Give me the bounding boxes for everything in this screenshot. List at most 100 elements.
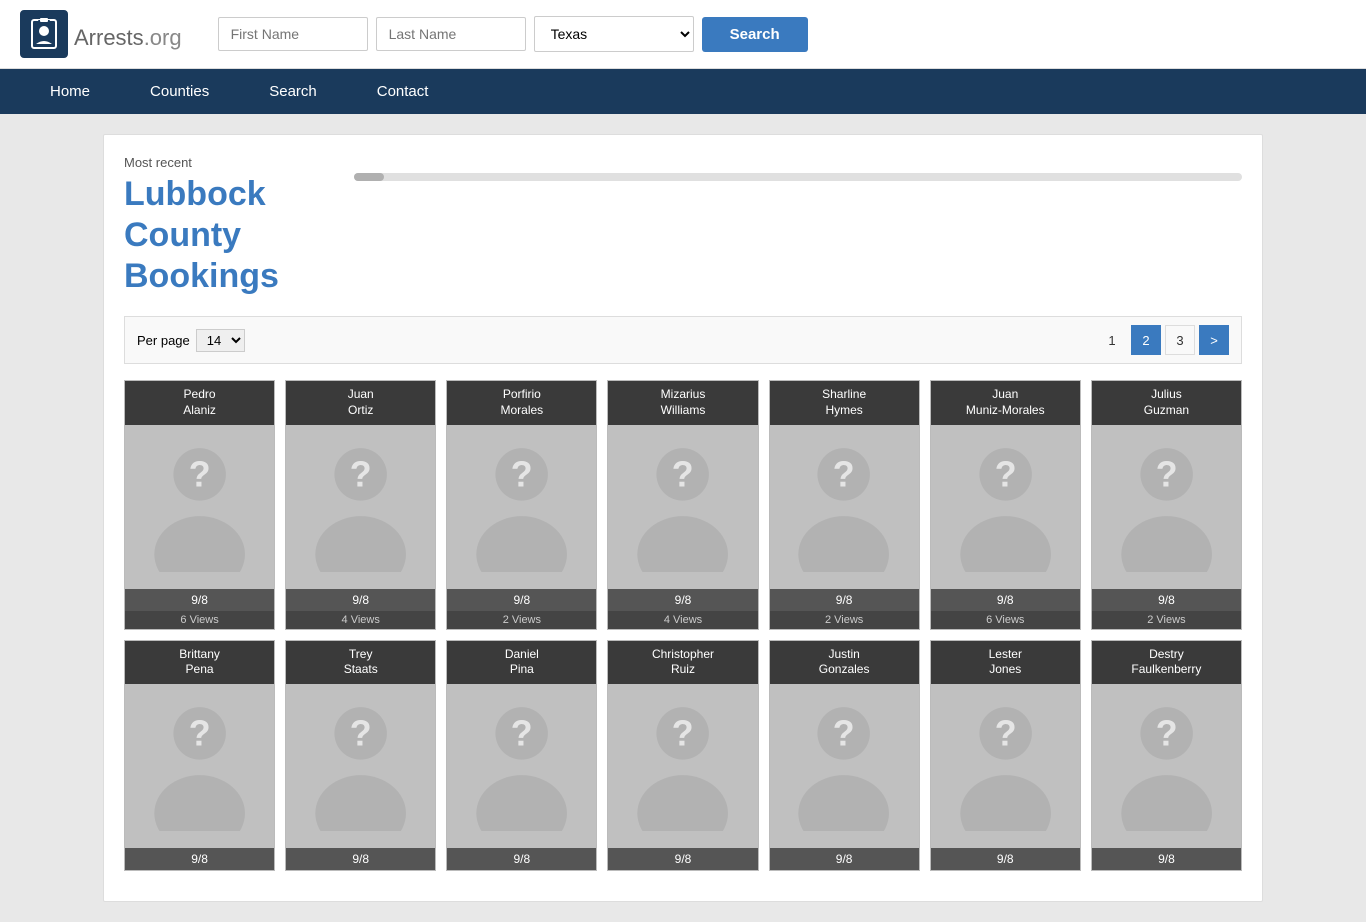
content-area: Most recent LubbockCountyBookings Per pa… [103,134,1263,902]
page-2-btn[interactable]: 2 [1131,325,1161,355]
booking-grid: PedroAlaniz ? 9/8 6 Views JuanOrtiz ? 9/… [124,380,1242,870]
booking-photo: ? [286,684,435,848]
logo-suffix: .org [144,25,182,50]
last-name-input[interactable] [376,17,526,51]
svg-text:?: ? [189,454,211,494]
booking-date: 9/8 [125,848,274,870]
svg-text:?: ? [511,454,533,494]
booking-photo: ? [931,684,1080,848]
booking-silhouette: ? [770,684,919,848]
booking-silhouette: ? [931,425,1080,589]
nav-search[interactable]: Search [239,69,347,114]
booking-silhouette: ? [770,425,919,589]
booking-photo: ? [1092,425,1241,589]
booking-silhouette: ? [608,425,757,589]
booking-card[interactable]: JuliusGuzman ? 9/8 2 Views [1091,380,1242,629]
booking-card[interactable]: JuanOrtiz ? 9/8 4 Views [285,380,436,629]
booking-card[interactable]: ChristopherRuiz ? 9/8 [607,640,758,871]
page-next-btn[interactable]: > [1199,325,1229,355]
nav-contact[interactable]: Contact [347,69,459,114]
booking-silhouette: ? [1092,425,1241,589]
booking-silhouette: ? [608,684,757,848]
booking-card[interactable]: BrittanyPena ? 9/8 [124,640,275,871]
main-nav: Home Counties Search Contact [0,69,1366,114]
booking-views: 4 Views [608,611,757,629]
svg-text:?: ? [1155,454,1177,494]
booking-silhouette: ? [125,684,274,848]
per-page-select[interactable]: 14 28 42 [196,329,245,352]
booking-card[interactable]: DestryFaulkenberry ? 9/8 [1091,640,1242,871]
booking-name: TreyStaats [286,641,435,684]
booking-name: JuanMuniz-Morales [931,381,1080,424]
svg-text:?: ? [994,714,1016,754]
booking-photo: ? [770,425,919,589]
most-recent-label: Most recent [124,155,324,170]
booking-date: 9/8 [1092,589,1241,611]
booking-card[interactable]: TreyStaats ? 9/8 [285,640,436,871]
logo-icon [20,10,68,58]
scroll-thumb[interactable] [354,173,384,181]
booking-card[interactable]: MizariusWilliams ? 9/8 4 Views [607,380,758,629]
booking-date: 9/8 [286,848,435,870]
booking-photo: ? [125,425,274,589]
booking-date: 9/8 [447,848,596,870]
booking-photo: ? [1092,684,1241,848]
booking-card[interactable]: LesterJones ? 9/8 [930,640,1081,871]
nav-home[interactable]: Home [20,69,120,114]
scroll-bar-area [354,165,1242,296]
booking-date: 9/8 [931,589,1080,611]
booking-name: SharlineHymes [770,381,919,424]
nav-counties[interactable]: Counties [120,69,239,114]
booking-name: DanielPina [447,641,596,684]
booking-date: 9/8 [931,848,1080,870]
svg-text:?: ? [994,454,1016,494]
booking-photo: ? [931,425,1080,589]
booking-name: ChristopherRuiz [608,641,757,684]
page-1-label: 1 [1097,325,1127,355]
svg-text:?: ? [511,714,533,754]
booking-views: 2 Views [770,611,919,629]
county-title: LubbockCountyBookings [124,174,324,296]
booking-card[interactable]: SharlineHymes ? 9/8 2 Views [769,380,920,629]
logo[interactable]: Arrests.org [20,10,182,58]
booking-date: 9/8 [1092,848,1241,870]
booking-photo: ? [125,684,274,848]
booking-views: 6 Views [125,611,274,629]
booking-card[interactable]: DanielPina ? 9/8 [446,640,597,871]
logo-name: Arrests [74,25,144,50]
booking-card[interactable]: PedroAlaniz ? 9/8 6 Views [124,380,275,629]
scroll-track[interactable] [354,173,1242,181]
booking-name: PedroAlaniz [125,381,274,424]
pagination: 1 2 3 > [1097,325,1229,355]
booking-date: 9/8 [608,848,757,870]
svg-text:?: ? [350,714,372,754]
booking-date: 9/8 [447,589,596,611]
booking-card[interactable]: PorfirioMorales ? 9/8 2 Views [446,380,597,629]
booking-card[interactable]: JuanMuniz-Morales ? 9/8 6 Views [930,380,1081,629]
booking-photo: ? [770,684,919,848]
booking-views: 2 Views [1092,611,1241,629]
header-search-button[interactable]: Search [702,17,808,52]
booking-date: 9/8 [770,848,919,870]
booking-silhouette: ? [447,425,596,589]
booking-silhouette: ? [286,684,435,848]
booking-views: 6 Views [931,611,1080,629]
title-block: Most recent LubbockCountyBookings [124,155,324,296]
svg-text:?: ? [189,714,211,754]
first-name-input[interactable] [218,17,368,51]
logo-text: Arrests.org [74,16,182,53]
booking-name: JustinGonzales [770,641,919,684]
booking-name: LesterJones [931,641,1080,684]
state-select[interactable]: Texas Alabama Alaska California Florida [534,16,694,52]
svg-text:?: ? [1155,714,1177,754]
svg-text:?: ? [350,454,372,494]
page-3-btn[interactable]: 3 [1165,325,1195,355]
booking-views: 4 Views [286,611,435,629]
booking-date: 9/8 [608,589,757,611]
booking-silhouette: ? [931,684,1080,848]
booking-name: DestryFaulkenberry [1092,641,1241,684]
booking-card[interactable]: JustinGonzales ? 9/8 [769,640,920,871]
booking-photo: ? [608,425,757,589]
svg-text:?: ? [833,454,855,494]
grid-controls: Per page 14 28 42 1 2 3 > [124,316,1242,364]
